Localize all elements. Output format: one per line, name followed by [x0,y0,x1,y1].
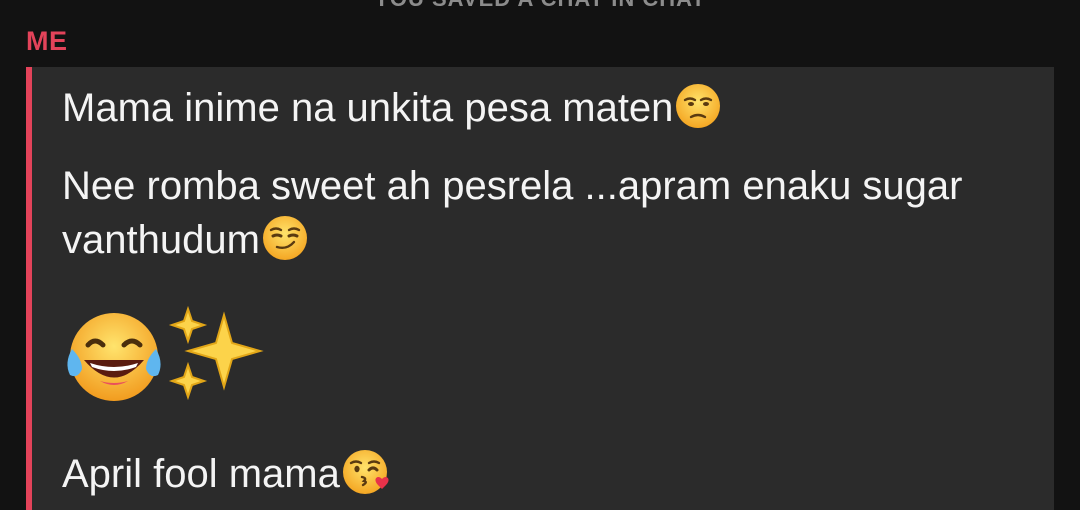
chat-message[interactable]: April fool mama [62,447,1022,501]
message-group[interactable]: Mama inime na unkita pesa maten Nee romb… [26,67,1054,510]
chat-message[interactable]: Nee romba sweet ah pesrela ...apram enak… [62,159,1022,267]
message-text: Nee romba sweet ah pesrela ...apram enak… [62,164,963,262]
unamused-face-icon [675,83,721,129]
sender-accent-bar [26,67,32,510]
message-text: April fool mama [62,452,340,496]
chat-message[interactable]: Mama inime na unkita pesa maten [62,81,1022,135]
tears-of-joy-face-icon [62,305,162,405]
chat-message[interactable] [62,305,1022,405]
sender-label: ME [26,26,68,56]
face-blowing-kiss-icon [342,449,394,495]
message-text: Mama inime na unkita pesa maten [62,86,674,130]
sparkles-icon [166,305,266,405]
smirking-face-icon [262,215,308,261]
clipped-header-text: YOU SAVED A CHAT IN CHAT [0,0,1080,12]
